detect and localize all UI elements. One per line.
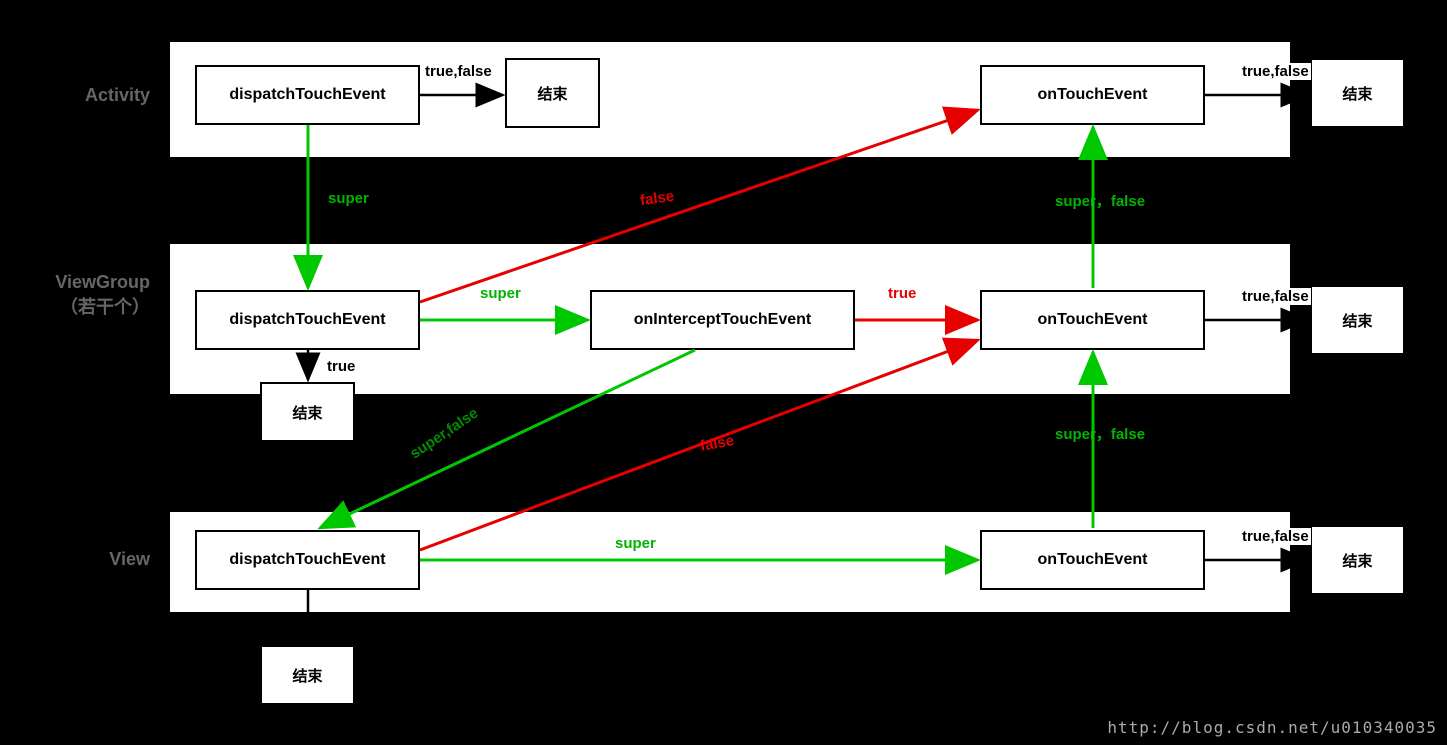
label-vg-ontouch-end: true,false xyxy=(1240,288,1311,305)
label-vg-dispatch-super: super xyxy=(480,285,521,302)
node-view-end-small: 结束 xyxy=(260,645,355,705)
label-vg-ontouch-superfalse: super，false xyxy=(1055,190,1145,211)
lane-label-view: View xyxy=(50,547,150,572)
node-view-end2: 结束 xyxy=(1310,525,1405,595)
label-vg-intercept-superfalse: super,false xyxy=(407,405,481,463)
node-vg-dispatch: dispatchTouchEvent xyxy=(195,290,420,350)
node-activity-dispatch: dispatchTouchEvent xyxy=(195,65,420,125)
node-view-ontouch: onTouchEvent xyxy=(980,530,1205,590)
label-view-dispatch-super: super xyxy=(615,535,656,552)
label-view-ontouch-end: true,false xyxy=(1240,528,1311,545)
lane-label-activity: Activity xyxy=(50,83,150,108)
node-vg-intercept: onInterceptTouchEvent xyxy=(590,290,855,350)
label-vg-dispatch-false: false xyxy=(639,188,675,210)
node-view-dispatch: dispatchTouchEvent xyxy=(195,530,420,590)
label-act-ontouch-end: true,false xyxy=(1240,63,1311,80)
lane-label-viewgroup-main: ViewGroup xyxy=(55,272,150,292)
lane-label-viewgroup-sub: （若干个） xyxy=(60,297,150,317)
node-activity-end2: 结束 xyxy=(1310,58,1405,128)
node-activity-end1: 结束 xyxy=(505,58,600,128)
node-vg-ontouch: onTouchEvent xyxy=(980,290,1205,350)
lane-label-viewgroup: ViewGroup （若干个） xyxy=(30,270,150,320)
label-vg-dispatch-true: true xyxy=(325,358,357,375)
label-view-ontouch-superfalse: super，false xyxy=(1055,423,1145,444)
node-vg-end-small: 结束 xyxy=(260,382,355,442)
node-activity-ontouch: onTouchEvent xyxy=(980,65,1205,125)
label-act-super-down: super xyxy=(328,190,369,207)
node-vg-end2: 结束 xyxy=(1310,285,1405,355)
label-vg-intercept-true: true xyxy=(888,285,916,302)
label-act-dispatch-end: true,false xyxy=(423,63,494,80)
label-view-dispatch-false: false xyxy=(699,432,736,455)
watermark: http://blog.csdn.net/u010340035 xyxy=(1107,718,1437,737)
